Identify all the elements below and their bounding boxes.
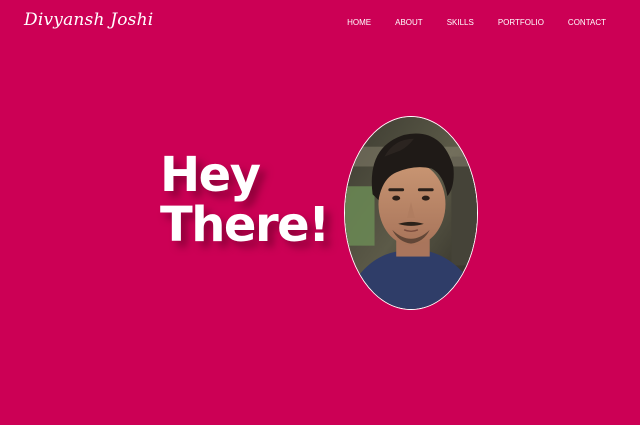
- nav-contact-link[interactable]: CONTACT: [568, 18, 606, 28]
- hero-heading: Hey There!: [160, 150, 330, 250]
- profile-photo: [344, 116, 478, 310]
- hero-heading-line-1: Hey: [160, 147, 261, 203]
- nav-about-link[interactable]: ABOUT: [395, 18, 423, 28]
- nav-skills-link[interactable]: SKILLS: [447, 18, 474, 28]
- logo[interactable]: Divyansh Joshi: [24, 10, 153, 30]
- profile-photo-image: [345, 117, 477, 309]
- nav-home-link[interactable]: HOME: [347, 18, 371, 28]
- nav-portfolio-link[interactable]: PORTFOLIO: [498, 18, 544, 28]
- nav-menu: HOME ABOUT SKILLS PORTFOLIO CONTACT: [323, 18, 606, 28]
- hero-heading-line-2: There!: [160, 197, 330, 253]
- site-header: Divyansh Joshi HOME ABOUT SKILLS PORTFOL…: [0, 0, 640, 46]
